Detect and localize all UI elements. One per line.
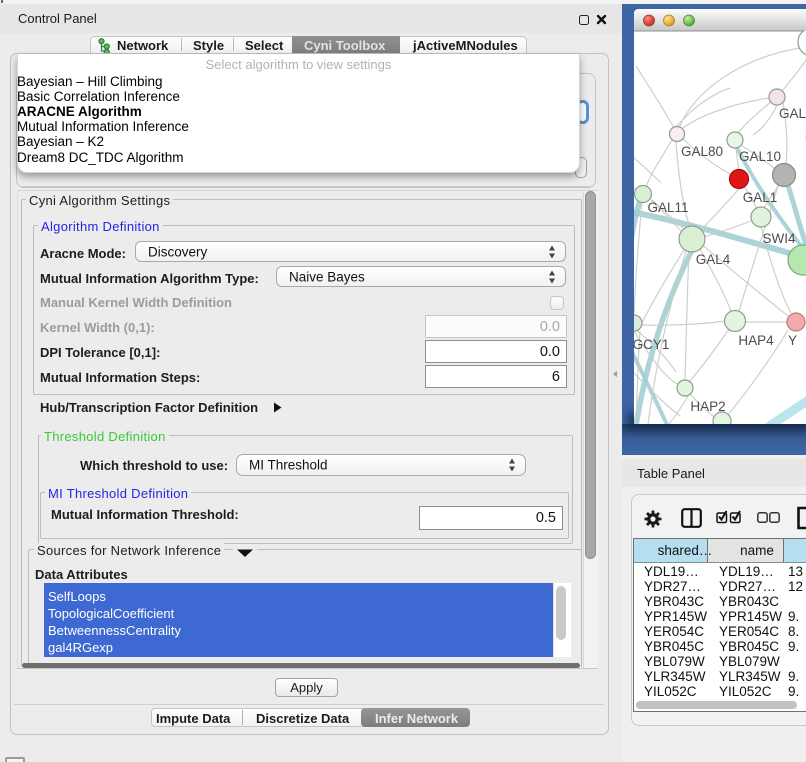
svg-text:HAP4: HAP4: [738, 333, 774, 348]
svg-text:HAP2: HAP2: [690, 399, 725, 414]
svg-text:Y: Y: [788, 333, 797, 348]
svg-text:GCY1: GCY1: [633, 337, 670, 352]
svg-text:GAL1: GAL1: [743, 190, 778, 205]
svg-text:GAL4: GAL4: [696, 252, 731, 267]
svg-text:GAL10: GAL10: [739, 149, 781, 164]
svg-text:SWI4: SWI4: [762, 231, 795, 246]
svg-text:GAL80: GAL80: [681, 144, 723, 159]
svg-text:GAL11: GAL11: [647, 200, 688, 215]
svg-text:GAL: GAL: [779, 106, 806, 121]
